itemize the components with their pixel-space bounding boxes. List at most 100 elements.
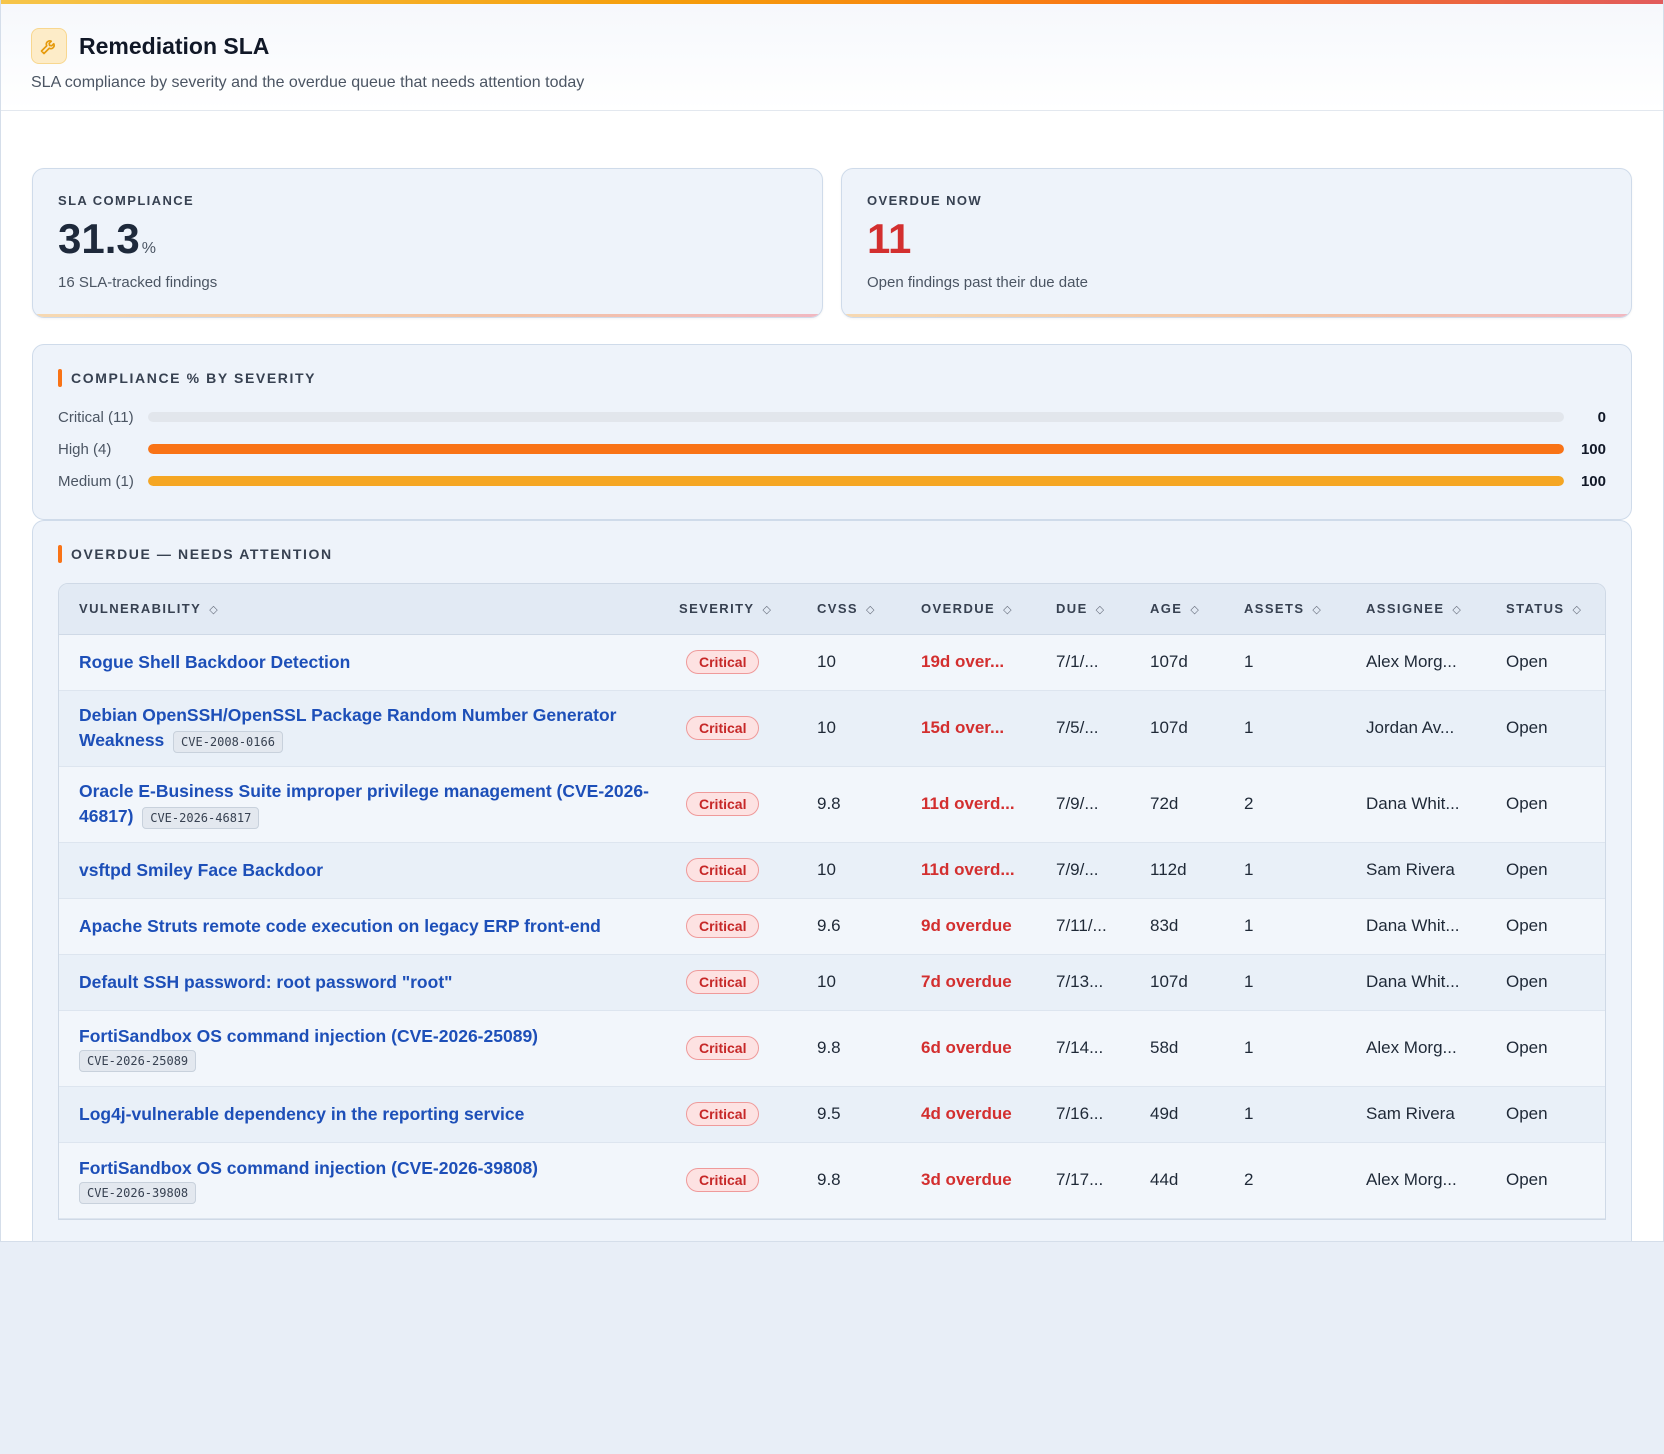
severity-row: Critical (11) 0: [58, 401, 1606, 433]
due-cell: 7/14...: [1036, 1010, 1130, 1087]
due-cell: 7/9/...: [1036, 842, 1130, 899]
sort-icon[interactable]: ◇: [1452, 603, 1460, 616]
assets-cell: 1: [1224, 842, 1346, 899]
severity-cell: Critical: [659, 690, 797, 767]
kpi-label: OVERDUE NOW: [867, 193, 983, 208]
vulnerability-link[interactable]: FortiSandbox OS command injection (CVE-2…: [79, 1158, 538, 1178]
due-cell: 7/17...: [1036, 1142, 1130, 1219]
age-cell: 112d: [1130, 842, 1224, 899]
column-header[interactable]: SEVERITY ◇: [659, 584, 797, 635]
column-header-label: CVSS: [817, 601, 859, 617]
due-cell: 7/9/...: [1036, 766, 1130, 843]
assets-cell: 1: [1224, 690, 1346, 767]
severity-badge: Critical: [686, 1036, 760, 1060]
vulnerability-cell: Apache Struts remote code execution on l…: [59, 898, 659, 955]
age-cell: 107d: [1130, 634, 1224, 691]
table-row[interactable]: vsftpd Smiley Face Backdoor Critical 10 11d…: [59, 842, 1605, 899]
vulnerability-cell: Log4j-vulnerable dependency in the repor…: [59, 1086, 659, 1143]
column-header[interactable]: CVSS ◇: [797, 584, 901, 635]
table-row[interactable]: Debian OpenSSH/OpenSSL Package Random Nu…: [59, 690, 1605, 767]
age-cell: 107d: [1130, 690, 1224, 767]
severity-cell: Critical: [659, 898, 797, 955]
severity-value: 100: [1580, 472, 1606, 490]
table-row[interactable]: Oracle E-Business Suite improper privile…: [59, 766, 1605, 843]
table-row[interactable]: Apache Struts remote code execution on l…: [59, 898, 1605, 955]
kpi-sla-compliance: SLA COMPLIANCE 31.3% 16 SLA-tracked find…: [32, 168, 823, 318]
overdue-cell: 11d overd...: [901, 766, 1036, 843]
table-row[interactable]: FortiSandbox OS command injection (CVE-2…: [59, 1010, 1605, 1087]
assets-cell: 2: [1224, 766, 1346, 843]
assets-cell: 1: [1224, 954, 1346, 1011]
column-header[interactable]: ASSETS ◇: [1224, 584, 1346, 635]
sort-icon[interactable]: ◇: [1312, 603, 1320, 616]
age-cell: 72d: [1130, 766, 1224, 843]
vulnerability-link[interactable]: Apache Struts remote code execution on l…: [79, 916, 601, 936]
severity-badge: Critical: [686, 858, 760, 882]
cvss-cell: 10: [797, 690, 901, 767]
kpi-note: 16 SLA-tracked findings: [58, 274, 218, 291]
compliance-by-severity-card: COMPLIANCE % BY SEVERITY Critical (11) 0 H…: [32, 344, 1632, 520]
vulnerability-link[interactable]: Default SSH password: root password "roo…: [79, 972, 452, 992]
status-cell: Open: [1486, 766, 1605, 843]
vulnerability-link[interactable]: Debian OpenSSH/OpenSSL Package Random Nu…: [79, 705, 616, 750]
column-header[interactable]: AGE ◇: [1130, 584, 1224, 635]
table-row[interactable]: FortiSandbox OS command injection (CVE-2…: [59, 1142, 1605, 1219]
severity-track: [148, 476, 1564, 486]
column-header-label: ASSETS: [1244, 601, 1305, 617]
cvss-cell: 9.8: [797, 766, 901, 843]
severity-cell: Critical: [659, 766, 797, 843]
severity-cell: Critical: [659, 842, 797, 899]
overdue-cell: 4d overdue: [901, 1086, 1036, 1143]
vulnerability-link[interactable]: FortiSandbox OS command injection (CVE-2…: [79, 1026, 538, 1046]
severity-label: Critical (11): [58, 408, 134, 426]
cve-tag: CVE-2026-25089: [79, 1050, 197, 1073]
overdue-cell: 3d overdue: [901, 1142, 1036, 1219]
assignee-cell: Jordan Av...: [1346, 690, 1486, 767]
sort-icon[interactable]: ◇: [1190, 603, 1198, 616]
kpi-value: 31.3%: [58, 218, 797, 260]
sort-icon[interactable]: ◇: [209, 603, 217, 616]
sort-icon[interactable]: ◇: [866, 603, 874, 616]
assignee-cell: Sam Rivera: [1346, 842, 1486, 899]
column-header[interactable]: DUE ◇: [1036, 584, 1130, 635]
column-header[interactable]: OVERDUE ◇: [901, 584, 1036, 635]
age-cell: 44d: [1130, 1142, 1224, 1219]
column-header[interactable]: VULNERABILITY ◇: [59, 584, 659, 635]
column-header-label: ASSIGNEE: [1366, 601, 1445, 617]
age-cell: 107d: [1130, 954, 1224, 1011]
table-row[interactable]: Rogue Shell Backdoor Detection Critical 10…: [59, 634, 1605, 691]
vulnerability-link[interactable]: Log4j-vulnerable dependency in the repor…: [79, 1104, 524, 1124]
age-cell: 58d: [1130, 1010, 1224, 1087]
table-row[interactable]: Default SSH password: root password "roo…: [59, 954, 1605, 1011]
sort-icon[interactable]: ◇: [1096, 603, 1104, 616]
cvss-cell: 10: [797, 954, 901, 1011]
vulnerability-cell: Oracle E-Business Suite improper privile…: [59, 766, 659, 843]
column-header-label: SEVERITY: [679, 601, 755, 617]
wrench-icon: [31, 28, 67, 64]
status-cell: Open: [1486, 634, 1605, 691]
assignee-cell: Sam Rivera: [1346, 1086, 1486, 1143]
sort-icon[interactable]: ◇: [1572, 603, 1580, 616]
kpi-note: Open findings past their due date: [867, 274, 1088, 291]
status-cell: Open: [1486, 842, 1605, 899]
assets-cell: 1: [1224, 898, 1346, 955]
sort-icon[interactable]: ◇: [763, 603, 771, 616]
sort-icon[interactable]: ◇: [1003, 603, 1011, 616]
severity-cell: Critical: [659, 1010, 797, 1087]
page-subtitle: SLA compliance by severity and the overd…: [31, 74, 585, 91]
column-header[interactable]: STATUS ◇: [1486, 584, 1605, 635]
assets-cell: 1: [1224, 634, 1346, 691]
assignee-cell: Dana Whit...: [1346, 954, 1486, 1011]
cvss-cell: 9.8: [797, 1142, 901, 1219]
column-header-label: VULNERABILITY: [79, 601, 202, 617]
column-header[interactable]: ASSIGNEE ◇: [1346, 584, 1486, 635]
kpi-value: 11: [867, 215, 912, 262]
status-cell: Open: [1486, 898, 1605, 955]
severity-label: High (4): [58, 440, 112, 458]
table-row[interactable]: Log4j-vulnerable dependency in the repor…: [59, 1086, 1605, 1143]
cvss-cell: 9.5: [797, 1086, 901, 1143]
column-header-label: AGE: [1150, 601, 1183, 617]
vulnerability-link[interactable]: vsftpd Smiley Face Backdoor: [79, 860, 323, 880]
severity-track: [148, 412, 1564, 422]
vulnerability-link[interactable]: Rogue Shell Backdoor Detection: [79, 652, 350, 672]
